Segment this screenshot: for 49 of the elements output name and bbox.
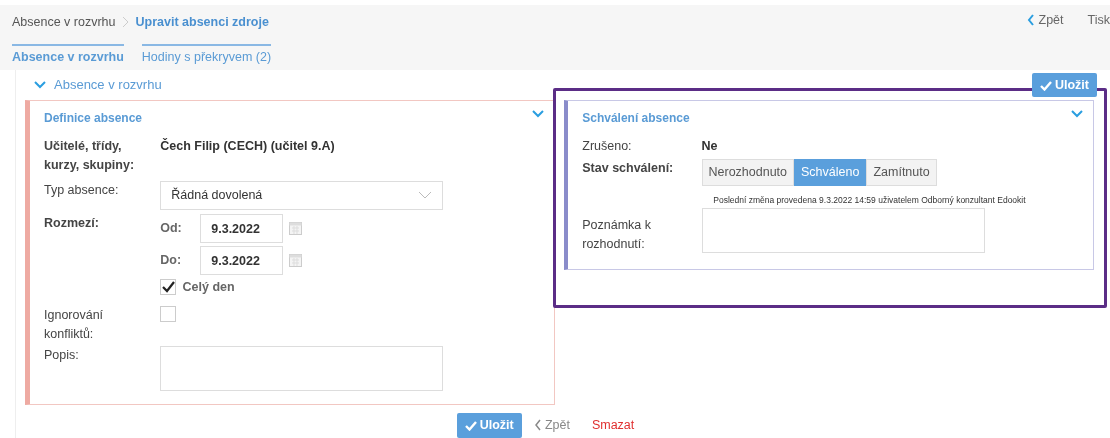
field-label: Poznámka k rozhodnutí: (582, 217, 653, 253)
calendar-icon[interactable] (289, 221, 303, 235)
segment-button[interactable]: Schváleno (794, 158, 867, 186)
back-link[interactable]: Zpět (1027, 11, 1064, 30)
field-label: Popis: (44, 346, 80, 364)
delete-link[interactable]: Smazat (591, 416, 635, 435)
card-title[interactable]: Schválení absence (582, 109, 1080, 127)
chevron-icon[interactable] (34, 81, 46, 89)
teachers-value: Čech Filip (CECH) (učitel 9.A) (160, 139, 335, 153)
card-title[interactable]: Definice absence (44, 109, 540, 127)
date-label: Od: (160, 219, 183, 237)
field-label: Rozmezí: (44, 214, 100, 232)
section-title[interactable]: Absence v rozvrhu (54, 75, 162, 95)
checkmark-icon (464, 419, 477, 431)
checkmark-icon (1039, 79, 1052, 91)
save-button[interactable]: Uložit (456, 413, 522, 438)
checkbox[interactable] (160, 306, 177, 323)
back-link[interactable]: Zpět (533, 416, 570, 435)
date-field[interactable]: 9.3.2022 (200, 213, 284, 243)
segment-button[interactable]: Zamítnuto (866, 158, 937, 186)
checkbox-label: Celý den (182, 278, 235, 296)
field-label: Učitelé, třídy, kurzy, skupiny: (44, 138, 136, 174)
save-button[interactable]: Uložit (1031, 72, 1097, 98)
field-label: Stav schválení: (582, 159, 675, 177)
chevron-left-icon (533, 419, 542, 432)
date-field[interactable]: 9.3.2022 (200, 245, 284, 275)
dropdown-chevron-icon (418, 191, 433, 199)
date-label: Do: (160, 251, 183, 269)
checkbox[interactable] (160, 279, 177, 295)
last-change-text: Poslední změna provedena 9.3.2022 14:59 uživatelem Odborný konzultant Edookit (713, 193, 1027, 207)
field-label: Zrušeno: (582, 138, 633, 155)
calendar-icon[interactable] (289, 253, 303, 267)
note-field[interactable] (701, 208, 985, 254)
cancelled-value: Ne (701, 139, 718, 153)
chevron-icon[interactable] (1071, 110, 1084, 118)
checkmark-icon (161, 281, 175, 293)
tab[interactable]: Hodiny s překryvem (2) (141, 44, 272, 67)
chevron-left-icon (1027, 14, 1036, 27)
field-label: Typ absence: (44, 181, 120, 199)
description-field[interactable] (160, 345, 444, 391)
tab[interactable]: Absence v rozvrhu (12, 44, 124, 67)
type-select[interactable]: Řádná dovolená (160, 180, 444, 210)
field-label: Ignorování konfliktů: (44, 307, 105, 344)
breadcrumb-link[interactable]: Upravit absenci zdroje (135, 13, 269, 32)
print-link[interactable]: Tisk (1087, 11, 1110, 30)
breadcrumb-separator-icon (121, 16, 130, 29)
breadcrumb-link[interactable]: Absence v rozvrhu (12, 13, 116, 32)
segment-button[interactable]: Nerozhodnuto (701, 158, 795, 186)
chevron-icon[interactable] (532, 110, 544, 118)
